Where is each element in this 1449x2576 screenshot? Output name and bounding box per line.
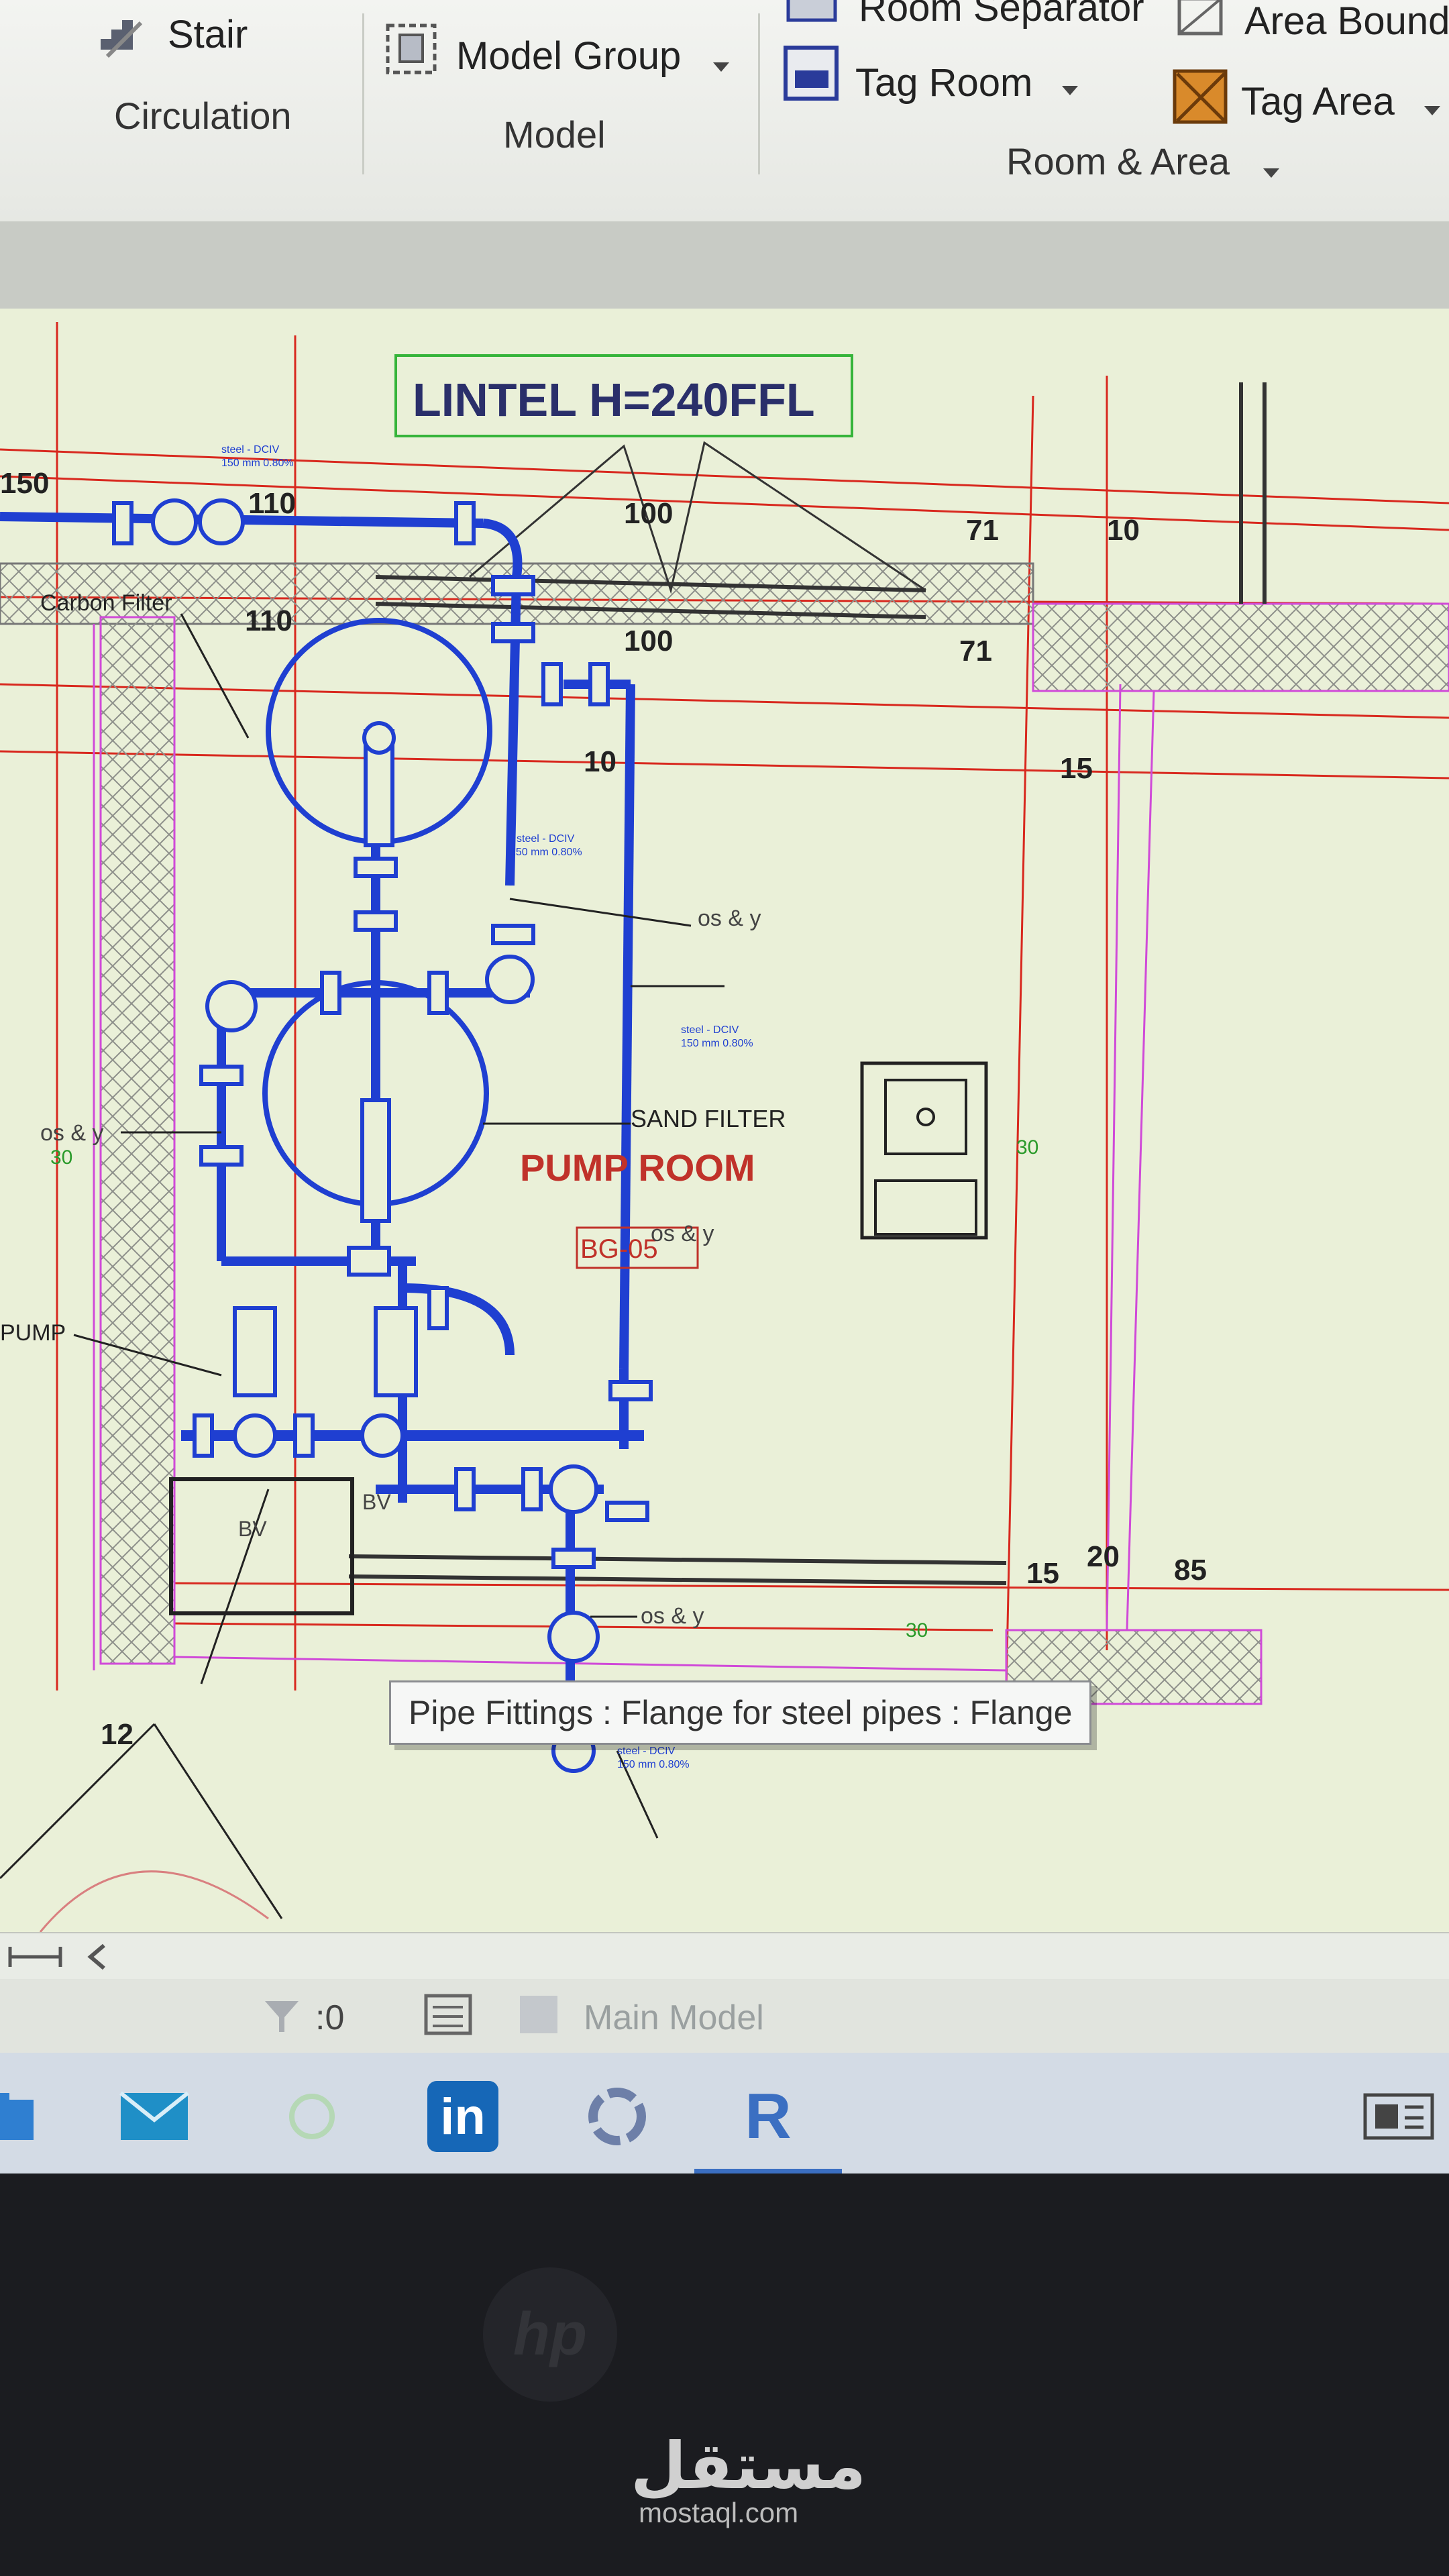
dimension: 110: [248, 487, 296, 520]
dimension: 10: [1107, 514, 1140, 547]
valve-label: os & y: [651, 1221, 714, 1246]
watermark-latin: mostaql.com: [639, 2497, 799, 2528]
active-workset[interactable]: Main Model: [584, 1998, 764, 2038]
dimension: 71: [959, 635, 992, 667]
valve-label: os & y: [40, 1120, 103, 1146]
valve-label: os & y: [641, 1603, 704, 1629]
tag-room-icon: [782, 44, 842, 107]
whatsapp-icon[interactable]: [275, 2080, 349, 2153]
room-tag[interactable]: BG-05: [580, 1234, 658, 1264]
workset-icon[interactable]: [423, 1992, 476, 2043]
room-separator-icon: [785, 0, 839, 30]
chevron-down-icon[interactable]: [711, 60, 731, 77]
mail-icon[interactable]: [117, 2080, 191, 2153]
dimension: 15: [1060, 752, 1093, 785]
ribbon: Stair Circulation Model Group Model Room…: [0, 0, 1449, 223]
filter-icon[interactable]: [262, 1996, 302, 2039]
photos-icon[interactable]: [580, 2080, 654, 2153]
dimension: 71: [966, 514, 999, 547]
pump-room-label: PUMP ROOM: [520, 1146, 755, 1189]
dimension: 15: [1026, 1557, 1059, 1590]
dimension: 12: [101, 1718, 133, 1751]
view-control-bar: [0, 1932, 1449, 1980]
dimension: 150: [0, 467, 49, 500]
design-options-icon[interactable]: [517, 1992, 564, 2043]
pipe-note: 150 mm 0.80%: [681, 1038, 753, 1049]
chevron-down-icon[interactable]: [1060, 84, 1080, 101]
pump-base: [169, 1477, 354, 1615]
drawing-canvas[interactable]: LINTEL H=240FFL Carbon Filter SAND FILTE…: [0, 309, 1449, 1932]
revit-icon[interactable]: R: [731, 2080, 805, 2153]
watermark-arabic: مستقل: [631, 2428, 867, 2504]
stair-button[interactable]: Stair: [168, 12, 248, 57]
dimension: 10: [584, 745, 616, 778]
revit-label: R: [745, 2080, 792, 2152]
chevron-down-icon[interactable]: [1422, 104, 1442, 121]
room-separator-button[interactable]: Room Separator: [859, 0, 1144, 30]
bv-label: BV: [238, 1517, 267, 1541]
model-group-button[interactable]: Model Group: [456, 34, 681, 78]
wall[interactable]: [1032, 602, 1449, 692]
chevron-left-icon[interactable]: [84, 1941, 111, 1976]
valve-label: os & y: [698, 906, 761, 931]
tag-area-icon: [1171, 67, 1231, 131]
pipe-note: steel - DCIV: [517, 833, 575, 845]
pump-label: PUMP: [0, 1320, 66, 1346]
tag-label: 30: [906, 1619, 928, 1642]
screen: Stair Circulation Model Group Model Room…: [0, 0, 1449, 2174]
dimension: 100: [624, 625, 673, 657]
file-explorer-icon[interactable]: [0, 2080, 47, 2153]
model-panel-label: Model: [503, 113, 606, 156]
dimension: 110: [245, 604, 292, 637]
area-boundary-icon: [1174, 0, 1228, 44]
pipe-note: 150 mm 0.80%: [510, 847, 582, 858]
sand-filter-label: SAND FILTER: [631, 1105, 786, 1132]
lintel-label: LINTEL H=240FFL: [413, 374, 815, 426]
pipe-note: steel - DCIV: [617, 1746, 676, 1757]
linkedin-icon[interactable]: in: [426, 2080, 500, 2153]
dimension: 20: [1087, 1540, 1120, 1573]
chevron-down-icon[interactable]: [1261, 166, 1281, 183]
circulation-panel-label: Circulation: [114, 95, 292, 137]
equipment-unit[interactable]: [860, 1061, 988, 1240]
tag-room-button[interactable]: Tag Room: [855, 60, 1032, 105]
status-bar: :0 Main Model: [0, 1979, 1449, 2053]
selection-count: :0: [315, 1998, 345, 2037]
panel-divider: [758, 13, 760, 174]
tag-label: 30: [1016, 1136, 1038, 1159]
news-widget-icon[interactable]: [1362, 2080, 1436, 2153]
panel-divider: [362, 13, 364, 174]
scale-icon[interactable]: [7, 1940, 67, 1977]
active-app-indicator: [694, 2167, 842, 2174]
wall[interactable]: [99, 616, 176, 1665]
tag-label: 30: [50, 1146, 72, 1169]
pipe-note: steel - DCIV: [221, 444, 280, 455]
tag-area-button[interactable]: Tag Area: [1241, 79, 1395, 124]
stair-icon: [94, 9, 148, 66]
ribbon-border: [0, 221, 1449, 309]
room-area-panel-label: Room & Area: [1006, 140, 1230, 182]
element-tooltip: Pipe Fittings : Flange for steel pipes :…: [389, 1680, 1092, 1745]
carbon-filter-label: Carbon Filter: [40, 590, 172, 616]
taskbar: in R: [0, 2053, 1449, 2174]
pipe-note: 150 mm 0.80%: [221, 458, 294, 469]
dimension: 85: [1174, 1554, 1207, 1587]
pipe-note: steel - DCIV: [681, 1024, 739, 1036]
model-group-icon: [382, 20, 443, 84]
brand-logo: hp: [483, 2267, 617, 2402]
door-swing: [39, 1870, 269, 1932]
area-boundary-button[interactable]: Area Bound: [1244, 0, 1449, 44]
linkedin-label: in: [427, 2081, 498, 2152]
dimension: 100: [624, 497, 673, 530]
bv-label: BV: [362, 1490, 391, 1514]
pipe-note: 150 mm 0.80%: [617, 1759, 690, 1770]
